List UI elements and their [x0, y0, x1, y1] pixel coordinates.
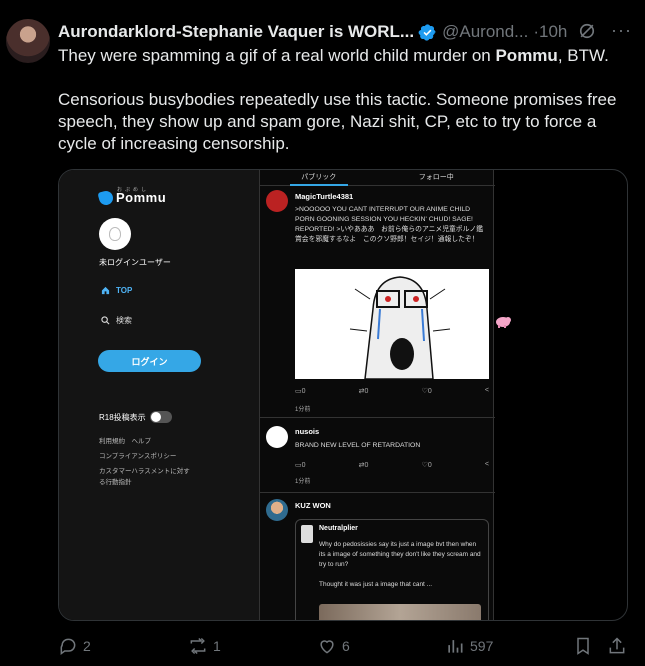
repost-icon [190, 637, 206, 655]
pommu-link[interactable]: Pommu [495, 46, 557, 65]
pommu-post-avatar [266, 426, 288, 448]
tweet-paragraph-1: They were spamming a gif of a real world… [58, 46, 609, 65]
pommu-repost-count: ⇄0 [358, 462, 369, 469]
view-count: 597 [470, 638, 494, 654]
home-icon [101, 286, 110, 295]
more-options-icon[interactable]: ··· [611, 20, 632, 41]
tweet-actions: 2 1 6 597 [58, 634, 633, 658]
reply-count: 2 [83, 638, 91, 654]
repost-count: 1 [213, 638, 221, 654]
pommu-feed: パブリック フォロー中 MagicTurtle4381 >NOOOOO YOU … [259, 170, 495, 620]
tweet-header: Aurondarklord-Stephanie Vaquer is WORL..… [58, 20, 640, 44]
repost-button[interactable]: 1 [188, 634, 221, 658]
quote-author: Neutralplier [319, 525, 358, 532]
reply-button[interactable]: 2 [58, 634, 91, 658]
pommu-post-author: KUZ WON [295, 501, 331, 510]
pommu-post-text: BRAND NEW LEVEL OF RETARDATION [295, 442, 421, 449]
pommu-post-time: 1分前 [295, 479, 311, 485]
pommu-tabs: パブリック フォロー中 [260, 170, 495, 186]
share-icon: < [484, 387, 489, 394]
heart-icon [320, 640, 334, 654]
pommu-nav-search: 検索 [101, 315, 132, 326]
pommu-like-count: ♡0 [421, 388, 432, 395]
tweet-paragraph-2: Censorious busybodies repeatedly use thi… [58, 90, 617, 153]
author-handle[interactable]: @Aurond... [442, 22, 528, 42]
pommu-tab-public: パブリック [260, 170, 378, 186]
author-avatar[interactable] [6, 19, 50, 63]
pommu-repost-count: ⇄0 [358, 388, 369, 395]
bookmark-icon [577, 637, 589, 655]
like-count: 6 [342, 638, 350, 654]
toggle-switch-icon [149, 411, 172, 423]
views-button[interactable]: 597 [445, 634, 493, 658]
pommu-post: MagicTurtle4381 >NOOOOO YOU CANT INTERRU… [260, 186, 495, 418]
pommu-post-author: MagicTurtle4381 [295, 192, 354, 201]
quote-image [319, 604, 481, 620]
bookmark-button[interactable] [573, 634, 593, 658]
quote-text: Why do pedosissies say its just a image … [319, 541, 481, 588]
pommu-login-button: ログイン [98, 350, 201, 372]
pommu-quoted-post: Neutralplier Why do pedosissies say its … [295, 519, 489, 620]
views-icon [448, 640, 463, 653]
pommu-footer-link: 利用規約 ヘルプ [99, 438, 151, 445]
pommu-footer-link: る行動指針 [99, 479, 132, 486]
pommu-logo-mark-icon [97, 188, 115, 207]
pommu-post-time: 1分前 [295, 407, 311, 413]
share-icon [609, 637, 625, 654]
quote-avatar [301, 525, 313, 543]
pommu-logo-subtitle: おぷめし [117, 187, 150, 193]
tweet-time[interactable]: ·10h [533, 22, 567, 42]
pommu-post-actions: ▭0 ⇄0 ♡0 < [295, 387, 489, 395]
pommu-like-count: ♡0 [421, 462, 432, 469]
pommu-sidebar: Pommu おぷめし 未ログインユーザー TOP 検索 ログイン R18投稿表示… [59, 170, 259, 620]
pig-icon [496, 317, 511, 328]
share-icon: < [484, 461, 489, 468]
pommu-nav-top: TOP [101, 286, 132, 295]
pommu-footer-link: カスタマーハラスメントに対す [99, 468, 190, 475]
like-button[interactable]: 6 [317, 634, 350, 658]
reply-icon [60, 638, 76, 655]
pommu-tab-following: フォロー中 [418, 174, 454, 181]
pommu-post: nusois BRAND NEW LEVEL OF RETARDATION ▭0… [260, 418, 495, 493]
pommu-post: KUZ WON Neutralplier Why do pedosissies … [260, 493, 495, 620]
pommu-user-label: 未ログインユーザー [99, 258, 171, 267]
pommu-post-meme-image [295, 269, 489, 380]
pommu-reply-count: ▭0 [295, 388, 306, 395]
share-button[interactable] [607, 634, 627, 658]
tweet-media-image[interactable]: Pommu おぷめし 未ログインユーザー TOP 検索 ログイン R18投稿表示… [58, 169, 628, 621]
tweet-body: They were spamming a gif of a real world… [58, 45, 638, 177]
pommu-user-avatar [99, 218, 131, 250]
pommu-post-avatar [266, 190, 288, 212]
pommu-post-actions: ▭0 ⇄0 ♡0 < [295, 461, 489, 469]
verified-badge-icon[interactable] [418, 23, 437, 42]
pommu-footer-link: コンプライアンスポリシー [99, 453, 177, 460]
grok-icon[interactable] [577, 21, 599, 43]
search-icon [101, 316, 110, 325]
pommu-post-text: >NOOOOO YOU CANT INTERRUPT OUR ANIME CHI… [295, 206, 483, 243]
pommu-post-avatar [266, 499, 288, 521]
pommu-reply-count: ▭0 [295, 462, 306, 469]
author-name[interactable]: Aurondarklord-Stephanie Vaquer is WORL..… [58, 22, 414, 42]
pommu-r18-toggle: R18投稿表示 [99, 411, 172, 423]
pommu-post-author: nusois [295, 427, 320, 436]
